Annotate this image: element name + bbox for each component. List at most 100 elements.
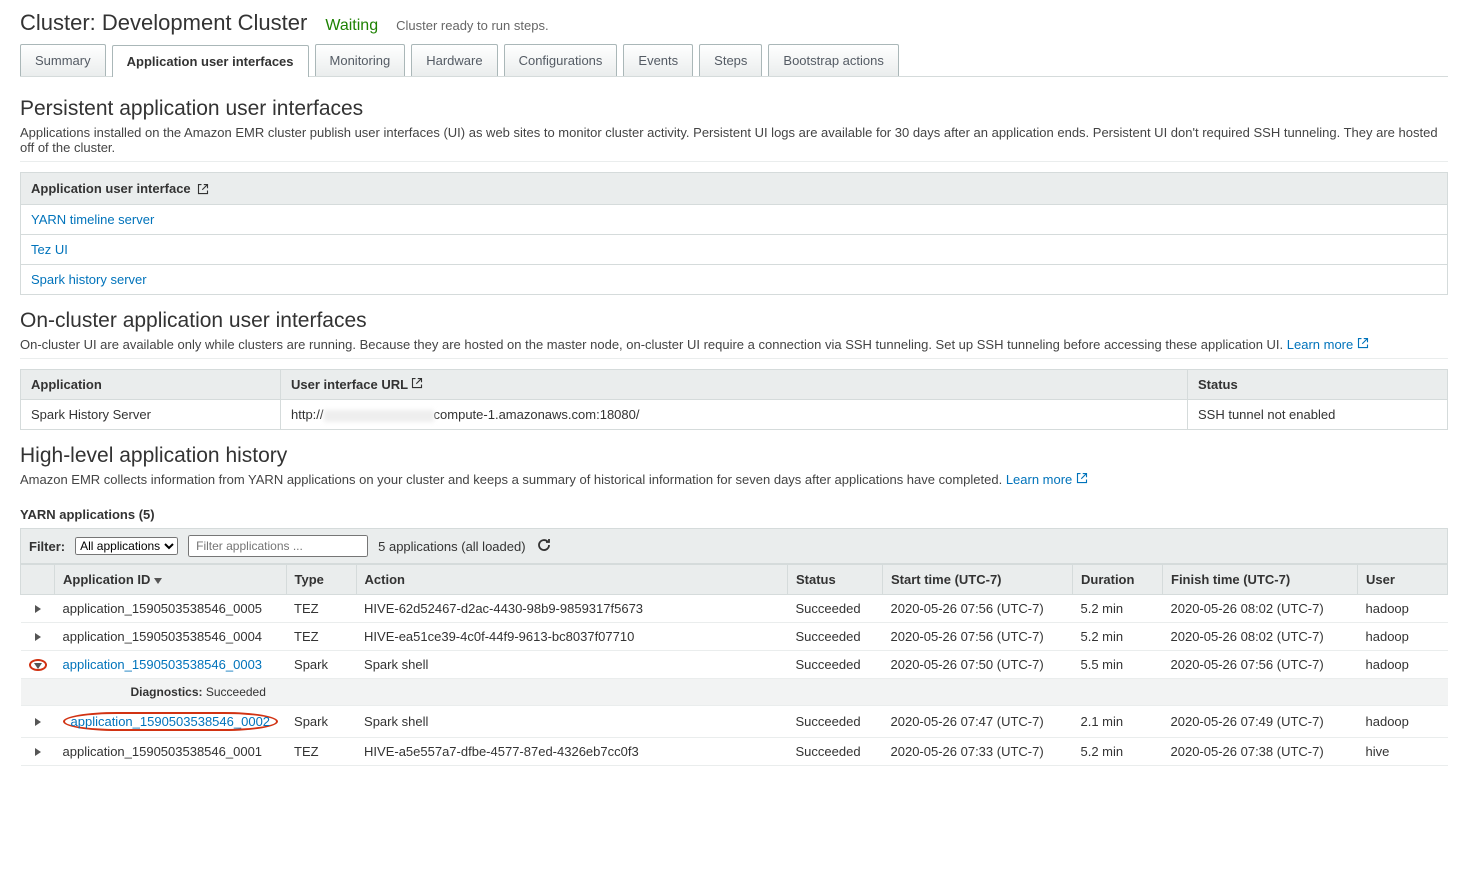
tab-configurations[interactable]: Configurations bbox=[504, 44, 618, 76]
col-action[interactable]: Action bbox=[356, 565, 787, 595]
application-id-link[interactable]: application_1590503538546_0003 bbox=[63, 657, 263, 672]
filter-select[interactable]: All applications bbox=[75, 537, 178, 555]
oncluster-desc: On-cluster UI are available only while c… bbox=[20, 337, 1448, 359]
external-link-icon bbox=[197, 183, 209, 195]
filter-input[interactable] bbox=[188, 535, 368, 557]
cell-start: 2020-05-26 07:56 (UTC-7) bbox=[883, 595, 1073, 623]
table-row: application_1590503538546_0002 SparkSpark… bbox=[21, 706, 1448, 738]
chevron-down-icon[interactable] bbox=[34, 663, 42, 669]
col-finish[interactable]: Finish time (UTC-7) bbox=[1163, 565, 1358, 595]
chevron-right-icon[interactable] bbox=[35, 605, 41, 613]
chevron-right-icon[interactable] bbox=[35, 718, 41, 726]
cell-dur: 5.2 min bbox=[1073, 738, 1163, 766]
cluster-status: Waiting bbox=[325, 17, 378, 35]
table-row: application_1590503538546_0003SparkSpark… bbox=[21, 651, 1448, 679]
chevron-right-icon[interactable] bbox=[35, 748, 41, 756]
col-expand bbox=[21, 565, 55, 595]
cell-dur: 2.1 min bbox=[1073, 706, 1163, 738]
tab-hardware[interactable]: Hardware bbox=[411, 44, 497, 76]
ui-link-spark-history-server[interactable]: Spark history server bbox=[31, 272, 147, 287]
col-appid[interactable]: Application ID bbox=[55, 565, 287, 595]
cluster-status-msg: Cluster ready to run steps. bbox=[396, 18, 548, 33]
cell-start: 2020-05-26 07:47 (UTC-7) bbox=[883, 706, 1073, 738]
ui-link-tez-ui[interactable]: Tez UI bbox=[31, 242, 68, 257]
external-link-icon bbox=[1357, 337, 1369, 349]
history-heading: High-level application history bbox=[20, 444, 1448, 468]
cell-status: Succeeded bbox=[788, 651, 883, 679]
filter-bar: Filter: All applications 5 applications … bbox=[20, 528, 1448, 564]
oncluster-heading: On-cluster application user interfaces bbox=[20, 309, 1448, 333]
cell-user: hadoop bbox=[1358, 706, 1448, 738]
app-url: http://compute-1.amazonaws.com:18080/ bbox=[281, 400, 1188, 430]
cell-user: hive bbox=[1358, 738, 1448, 766]
sort-desc-icon bbox=[154, 578, 162, 584]
cell-action: HIVE-62d52467-d2ac-4430-98b9-9859317f567… bbox=[356, 595, 787, 623]
cell-dur: 5.2 min bbox=[1073, 623, 1163, 651]
cell-user: hadoop bbox=[1358, 651, 1448, 679]
col-duration[interactable]: Duration bbox=[1073, 565, 1163, 595]
yarn-apps-title: YARN applications (5) bbox=[20, 507, 1448, 522]
tab-bar: SummaryApplication user interfacesMonito… bbox=[20, 44, 1448, 77]
col-type[interactable]: Type bbox=[286, 565, 356, 595]
table-row: application_1590503538546_0004 TEZHIVE-ea… bbox=[21, 623, 1448, 651]
cluster-header: Cluster: Development Cluster Waiting Clu… bbox=[20, 10, 1448, 36]
filter-label: Filter: bbox=[29, 539, 65, 554]
cell-finish: 2020-05-26 08:02 (UTC-7) bbox=[1163, 595, 1358, 623]
highlight-oval: application_1590503538546_0002 bbox=[63, 712, 279, 731]
col-user[interactable]: User bbox=[1358, 565, 1448, 595]
cell-action: Spark shell bbox=[356, 651, 787, 679]
cell-start: 2020-05-26 07:33 (UTC-7) bbox=[883, 738, 1073, 766]
cell-type: TEZ bbox=[286, 595, 356, 623]
cell-start: 2020-05-26 07:56 (UTC-7) bbox=[883, 623, 1073, 651]
cell-status: Succeeded bbox=[788, 706, 883, 738]
learn-more-link[interactable]: Learn more bbox=[1287, 337, 1369, 352]
col-status: Status bbox=[1188, 370, 1448, 400]
cell-status: Succeeded bbox=[788, 623, 883, 651]
cluster-title: Cluster: Development Cluster bbox=[20, 10, 307, 36]
cell-action: Spark shell bbox=[356, 706, 787, 738]
app-name: Spark History Server bbox=[21, 400, 281, 430]
cell-finish: 2020-05-26 07:56 (UTC-7) bbox=[1163, 651, 1358, 679]
cell-action: HIVE-a5e557a7-dfbe-4577-87ed-4326eb7cc0f… bbox=[356, 738, 787, 766]
table-row: application_1590503538546_0001TEZHIVE-a5… bbox=[21, 738, 1448, 766]
table-row: application_1590503538546_0005 TEZHIVE-62… bbox=[21, 595, 1448, 623]
chevron-right-icon[interactable] bbox=[35, 633, 41, 641]
cell-action: HIVE-ea51ce39-4c0f-44f9-9613-bc8037f0771… bbox=[356, 623, 787, 651]
persistent-heading: Persistent application user interfaces bbox=[20, 97, 1448, 121]
tab-events[interactable]: Events bbox=[623, 44, 693, 76]
learn-more-link[interactable]: Learn more bbox=[1006, 472, 1088, 487]
tab-summary[interactable]: Summary bbox=[20, 44, 106, 76]
cell-finish: 2020-05-26 07:38 (UTC-7) bbox=[1163, 738, 1358, 766]
col-start[interactable]: Start time (UTC-7) bbox=[883, 565, 1073, 595]
external-link-icon bbox=[1076, 472, 1088, 484]
filter-count: 5 applications (all loaded) bbox=[378, 539, 525, 554]
history-desc: Amazon EMR collects information from YAR… bbox=[20, 472, 1448, 493]
cell-type: TEZ bbox=[286, 738, 356, 766]
diagnostics-row: Diagnostics: Succeeded bbox=[21, 679, 1448, 706]
tab-application-user-interfaces[interactable]: Application user interfaces bbox=[112, 45, 309, 77]
application-id: application_1590503538546_0005 bbox=[63, 601, 263, 616]
tab-steps[interactable]: Steps bbox=[699, 44, 762, 76]
application-id: application_1590503538546_0004 bbox=[63, 629, 263, 644]
external-link-icon bbox=[411, 377, 423, 389]
col-status[interactable]: Status bbox=[788, 565, 883, 595]
cell-dur: 5.2 min bbox=[1073, 595, 1163, 623]
tab-bootstrap-actions[interactable]: Bootstrap actions bbox=[768, 44, 898, 76]
app-status: SSH tunnel not enabled bbox=[1188, 400, 1448, 430]
persistent-table-header: Application user interface bbox=[20, 172, 1448, 205]
col-url: User interface URL bbox=[281, 370, 1188, 400]
cell-type: TEZ bbox=[286, 623, 356, 651]
cell-start: 2020-05-26 07:50 (UTC-7) bbox=[883, 651, 1073, 679]
application-id-link[interactable]: application_1590503538546_0002 bbox=[71, 714, 271, 729]
yarn-apps-table: Application ID Type Action Status Start … bbox=[20, 564, 1448, 766]
cell-finish: 2020-05-26 08:02 (UTC-7) bbox=[1163, 623, 1358, 651]
cell-user: hadoop bbox=[1358, 595, 1448, 623]
cell-finish: 2020-05-26 07:49 (UTC-7) bbox=[1163, 706, 1358, 738]
ui-link-yarn-timeline-server[interactable]: YARN timeline server bbox=[31, 212, 154, 227]
cell-status: Succeeded bbox=[788, 595, 883, 623]
col-application: Application bbox=[21, 370, 281, 400]
cell-type: Spark bbox=[286, 706, 356, 738]
cell-status: Succeeded bbox=[788, 738, 883, 766]
tab-monitoring[interactable]: Monitoring bbox=[315, 44, 406, 76]
refresh-icon[interactable] bbox=[536, 537, 552, 556]
